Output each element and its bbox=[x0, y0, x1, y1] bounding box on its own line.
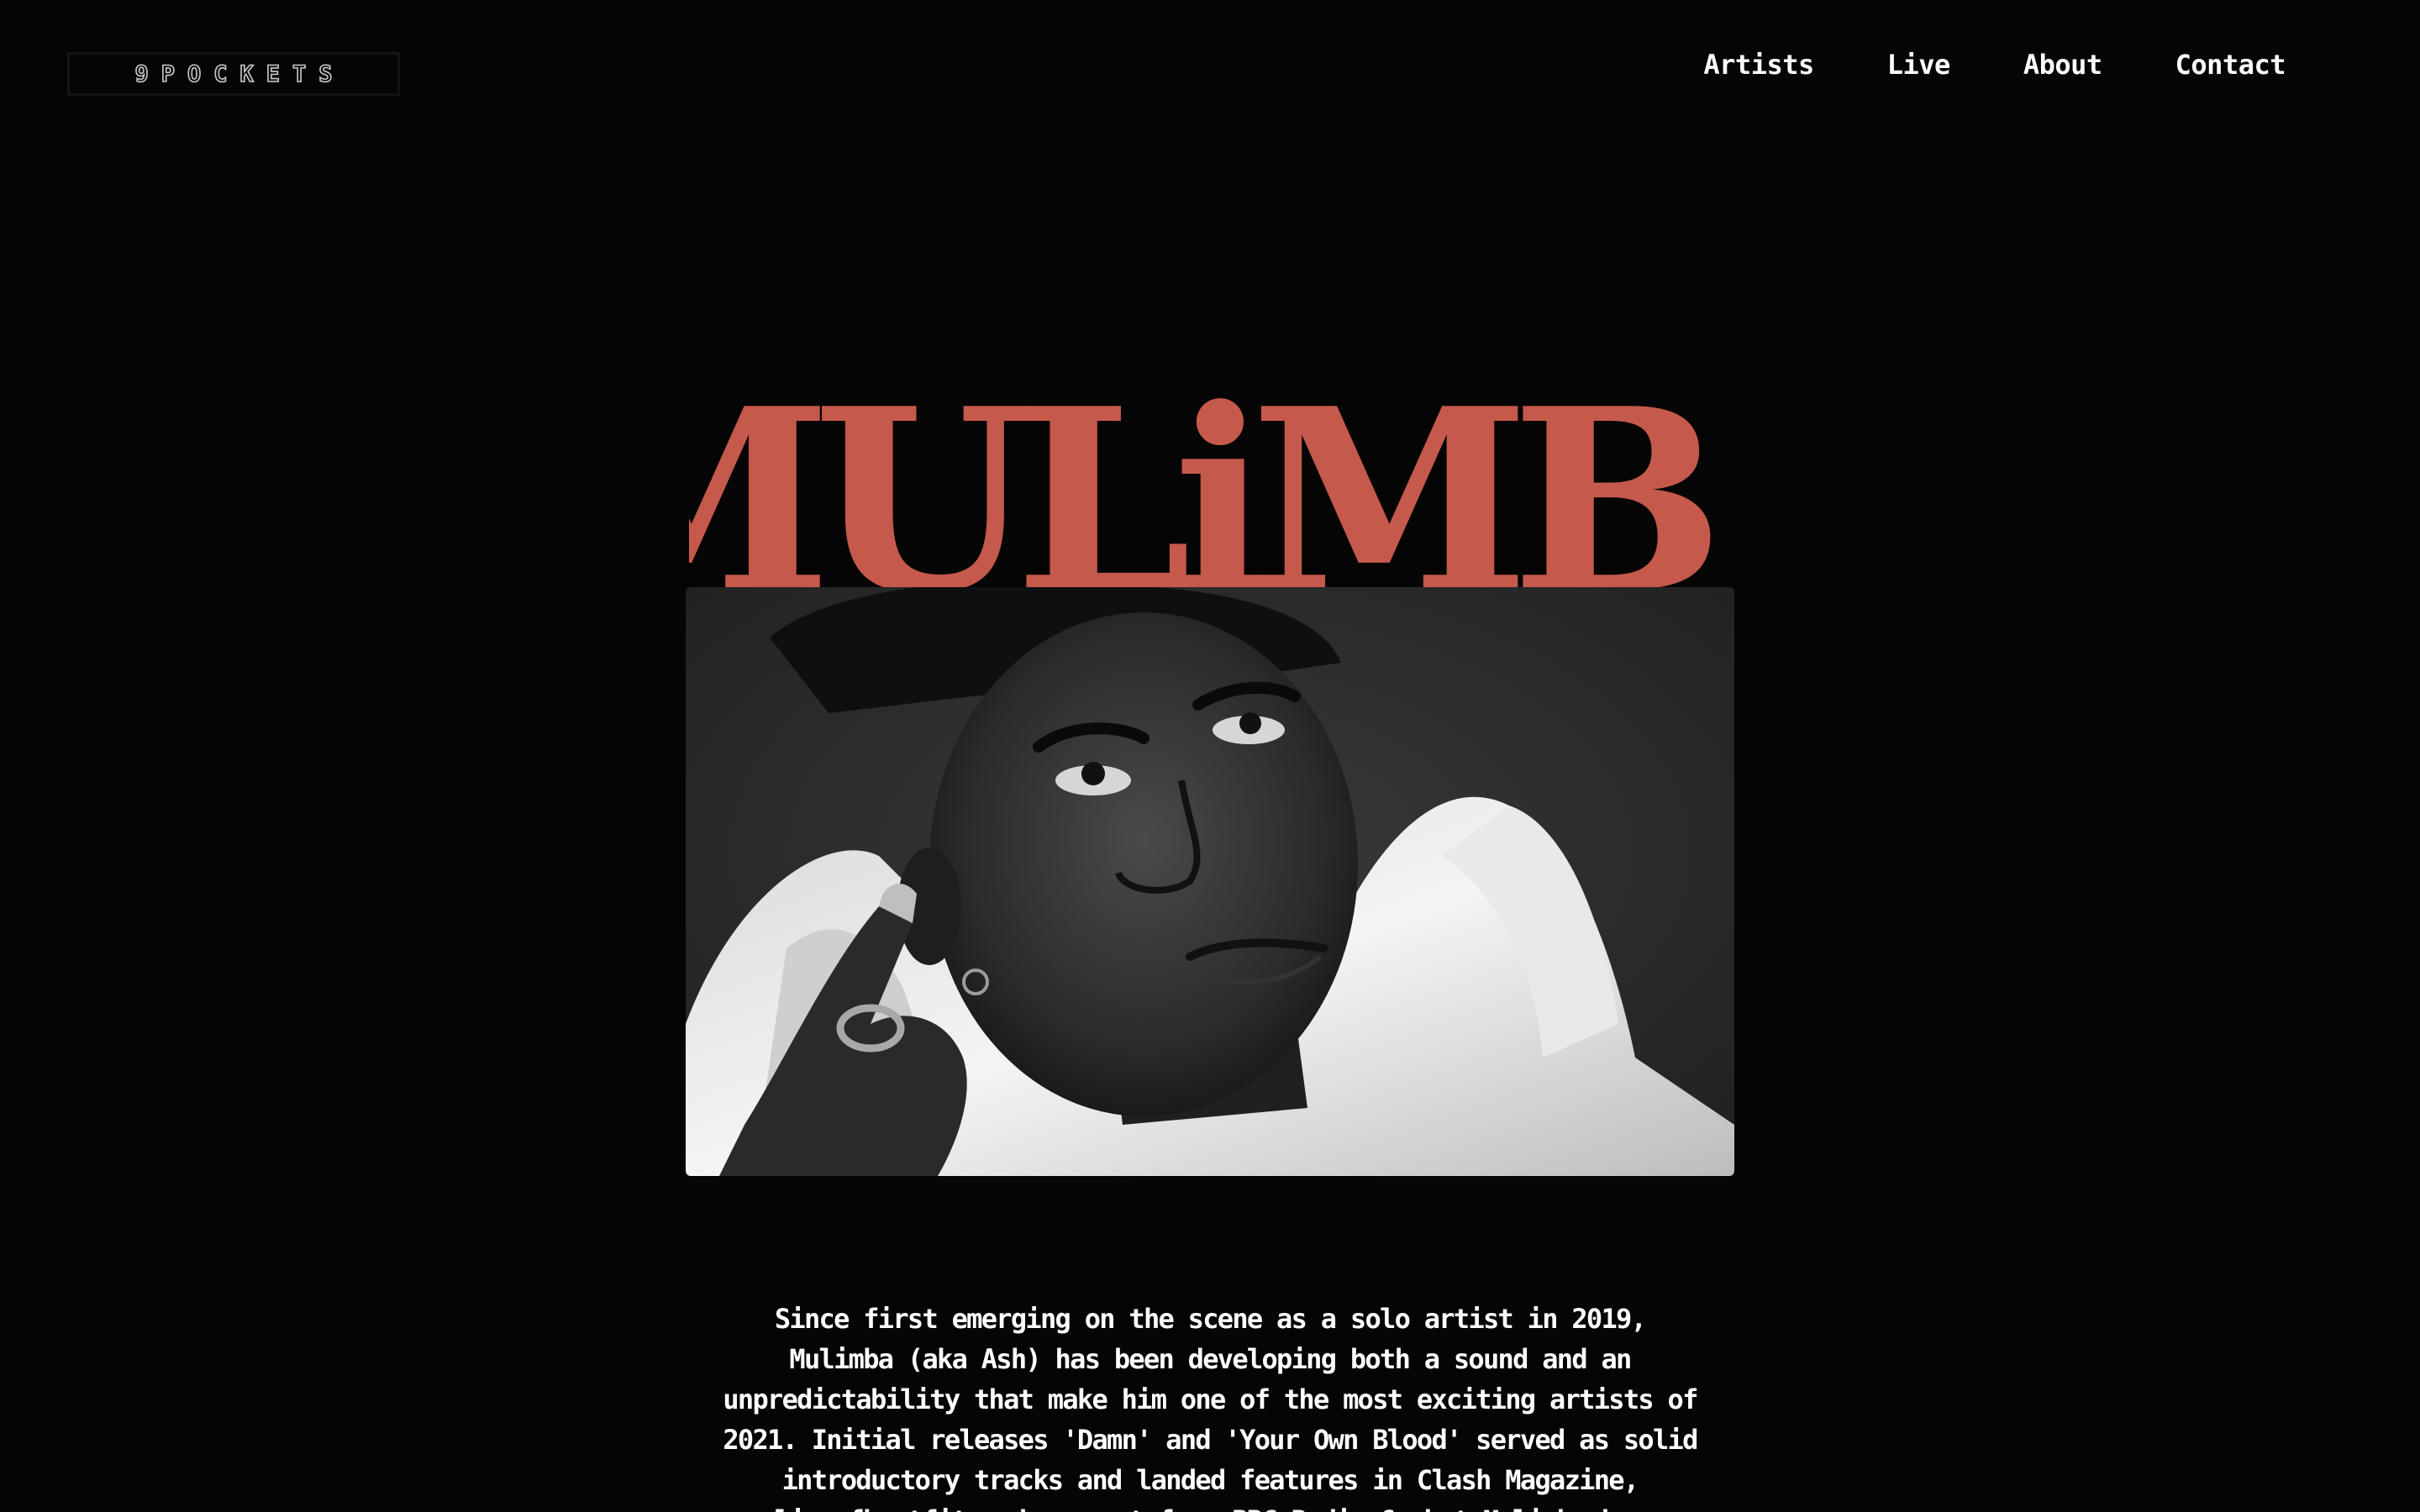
artist-photo bbox=[686, 587, 1734, 1176]
nav-link-live[interactable]: Live bbox=[1887, 49, 1951, 81]
artist-bio: Since first emerging on the scene as a s… bbox=[723, 1303, 1698, 1512]
logo-text: 9POCKETS bbox=[134, 60, 345, 88]
main-nav: Artists Live About Contact bbox=[1630, 49, 2286, 81]
artist-name-title: MULiMBa bbox=[689, 355, 1714, 608]
nav-link-contact[interactable]: Contact bbox=[2175, 49, 2286, 81]
nav-link-about[interactable]: About bbox=[2023, 49, 2102, 81]
logo-link[interactable]: 9POCKETS bbox=[67, 52, 400, 96]
nav-link-artists[interactable]: Artists bbox=[1703, 49, 1814, 81]
